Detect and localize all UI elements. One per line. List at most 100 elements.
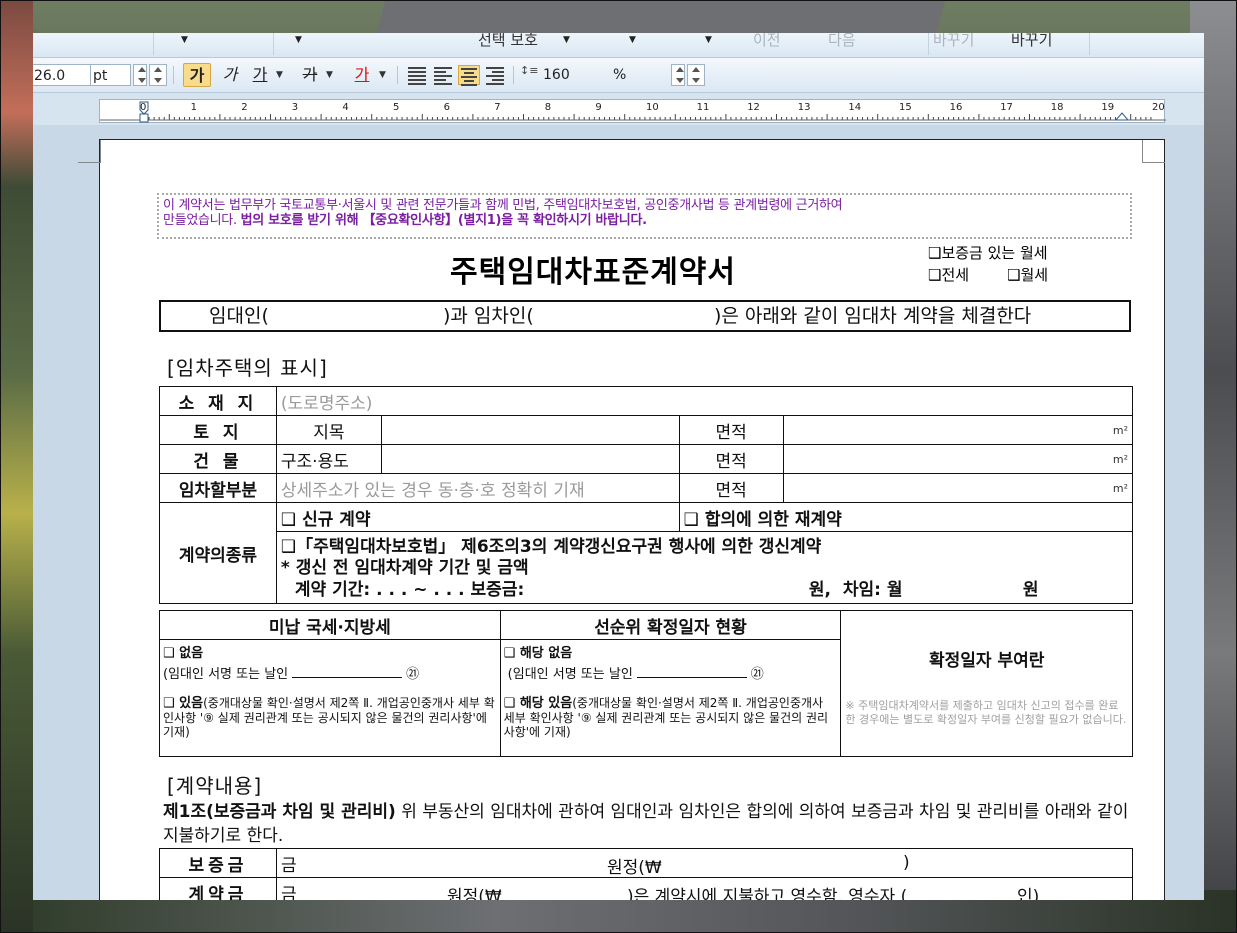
toolbar-cell	[928, 33, 1090, 55]
unpaid-tax-cell: ❑ 없음 (임대인 서명 또는 날인 ㉑ ❑ 있음(중개대상물 확인·설명서 제2…	[159, 639, 501, 757]
selection-protect-button[interactable]: 선택 보호	[478, 33, 538, 50]
article-1-heading: 제1조(보증금과 차임 및 관리비)	[163, 802, 396, 822]
line-spacing-icon: ↕≡	[520, 64, 539, 77]
location-label: 소 재 지	[159, 386, 277, 416]
document-canvas: 이 계약서는 법무부가 국토교통부·서울시 및 관련 전문가들과 함께 민법, …	[33, 125, 1204, 900]
ruler-number: 12	[747, 102, 760, 113]
line-spacing-dropdown[interactable]	[671, 64, 685, 86]
dropdown-arrow-icon[interactable]: ▼	[705, 35, 712, 45]
deposit-label: 보증금	[159, 848, 277, 878]
notice-important: 법의 보호를 받기 위해 【중요확인사항】(별지1)을 꼭 확인하시기 바랍니다…	[240, 213, 647, 228]
priority-none-checkbox[interactable]: ❑ 해당 없음	[504, 642, 838, 661]
top-toolbar: ▼ ▼ 선택 보호 ▼ ▼ ▼ 이전 다음 바꾸기 바꾸기	[33, 33, 1204, 58]
deposit-field[interactable]: 금 원정(₩ )	[275, 848, 1134, 878]
ruler-number: 5	[393, 102, 400, 113]
priority-exists-checkbox[interactable]: ❑ 해당 있음	[504, 696, 573, 711]
ruler-number: 9	[595, 102, 602, 113]
leased-part-field[interactable]: 상세주소가 있는 경우 동·층·호 정확히 기재	[275, 473, 680, 503]
renewal-checkbox[interactable]: ❑「주택임대차보호법」 제6조의3의 계약갱신요구권 행사에 의한 갱신계약	[275, 531, 1134, 557]
new-contract-checkbox[interactable]: ❑ 신규 계약	[275, 502, 680, 532]
lessor-label: 임대인(	[209, 305, 269, 327]
structure-use-field[interactable]	[380, 444, 680, 474]
parties-line: 임대인( )과 임차인( )은 아래와 같이 임대차 계약을 체결한다	[159, 300, 1131, 332]
tax-exists-checkbox[interactable]: ❑ 있음	[163, 696, 203, 711]
legal-notice-box: 이 계약서는 법무부가 국토교통부·서울시 및 관련 전문가들과 함께 민법, …	[157, 193, 1132, 239]
option-monthly[interactable]: ❑월세	[1007, 266, 1048, 284]
strikethrough-dropdown-icon[interactable]: ▼	[326, 64, 333, 86]
priority-date-header: 선순위 확정일자 현황	[499, 610, 842, 640]
font-color-button[interactable]: 가	[349, 63, 375, 87]
underline-dropdown-icon[interactable]: ▼	[276, 64, 283, 86]
line-spacing-input[interactable]: 160	[541, 64, 601, 86]
ruler-number: 14	[848, 102, 862, 113]
payment-table: 보증금 금 원정(₩ ) 계약금 금 원정(₩ )은 계약시에 지불하고 영수함…	[159, 848, 1134, 900]
land-area-field[interactable]: m²	[782, 415, 1134, 445]
renewal-won: 원,	[808, 580, 832, 600]
tax-priority-table: 미납 국세·지방세 선순위 확정일자 현황 확정일자 부여란 ※ 주택임대차계약…	[159, 610, 1133, 757]
unit-dropdown-arrow[interactable]	[133, 64, 147, 86]
confirm-date-box: 확정일자 부여란 ※ 주택임대차계약서를 제출하고 임대차 신고의 접수를 완료…	[840, 610, 1133, 757]
tax-none-checkbox[interactable]: ❑ 없음	[163, 642, 497, 661]
underline-button[interactable]: 가	[247, 63, 273, 87]
lessee-label: )과 임차인(	[443, 305, 534, 327]
font-size-input[interactable]: 26.0	[33, 64, 91, 86]
renewal-rent[interactable]: 차임: 월	[843, 579, 903, 601]
next-button[interactable]: 다음	[828, 33, 856, 50]
leased-area-field[interactable]: m²	[782, 473, 1134, 503]
font-size-spinner[interactable]	[149, 64, 167, 86]
building-area-field[interactable]: m²	[782, 444, 1134, 474]
structure-use-label: 구조·용도	[275, 444, 382, 474]
unpaid-tax-header: 미납 국세·지방세	[159, 610, 501, 640]
option-deposit-monthly[interactable]: ❑보증금 있는 월세	[928, 242, 1048, 264]
option-jeonse[interactable]: ❑전세	[928, 266, 969, 284]
land-category-field[interactable]	[380, 415, 680, 445]
dropdown-arrow-icon[interactable]: ▼	[629, 35, 636, 45]
ruler-number: 19	[1101, 102, 1115, 113]
align-right-icon[interactable]	[484, 65, 506, 85]
seal-mark: ㉑	[750, 667, 764, 682]
land-category-label: 지목	[275, 415, 382, 445]
confirm-date-note: ※ 주택임대차계약서를 제출하고 임대차 신고의 접수를 완료한 경우에는 별도…	[845, 699, 1127, 726]
strikethrough-button[interactable]: 가	[297, 63, 323, 87]
dropdown-arrow-icon[interactable]: ▼	[295, 35, 302, 45]
ruler-number: 2	[241, 102, 248, 113]
line-spacing-unit: %	[613, 67, 627, 83]
section-property-heading: [임차주택의 표시]	[167, 356, 328, 380]
priority-date-cell: ❑ 해당 없음 (임대인 서명 또는 날인 ㉑ ❑ 해당 있음(중개대상물 확인·…	[499, 639, 842, 757]
section-contract-heading: [계약내용]	[167, 774, 263, 798]
seal-mark: ㉑	[406, 667, 420, 682]
ruler-number: 15	[899, 102, 912, 113]
font-color-dropdown-icon[interactable]: ▼	[379, 64, 386, 86]
contract-type-options: ❑보증금 있는 월세 ❑전세 ❑월세	[928, 242, 1048, 286]
align-justify-icon[interactable]	[406, 65, 428, 85]
ruler-number: 4	[342, 102, 349, 113]
property-table: 소 재 지 (도로명주소) 토 지 지목 면적 m² 건 물 구조·용도 면적 …	[159, 386, 1134, 604]
location-field[interactable]: (도로명주소)	[275, 386, 1134, 416]
toolbar-cell[interactable]	[153, 33, 274, 55]
align-center-icon[interactable]	[458, 65, 480, 86]
word-processor-window: ▼ ▼ 선택 보호 ▼ ▼ ▼ 이전 다음 바꾸기 바꾸기 26.0 pt 가 …	[33, 33, 1204, 900]
ruler-number: 16	[949, 102, 963, 113]
align-left-icon[interactable]	[432, 65, 454, 85]
notice-line-1: 이 계약서는 법무부가 국토교통부·서울시 및 관련 전문가들과 함께 민법, …	[163, 198, 843, 213]
land-label: 토 지	[159, 415, 277, 445]
font-unit-select[interactable]: pt	[91, 64, 131, 86]
ruler-number: 6	[443, 102, 450, 113]
leased-area-label: 면적	[678, 473, 784, 503]
toolbar-cell[interactable]	[33, 33, 154, 55]
line-spacing-spinner[interactable]	[687, 64, 705, 86]
ruler-number: 3	[291, 102, 299, 113]
prev-button[interactable]: 이전	[753, 33, 781, 50]
bold-button[interactable]: 가	[183, 63, 211, 87]
land-area-label: 면적	[678, 415, 784, 445]
dropdown-arrow-icon[interactable]: ▼	[563, 35, 570, 45]
renewal-period[interactable]: 계약 기간: . . . ~ . . . 보증금:	[295, 580, 524, 600]
italic-button[interactable]: 가	[217, 63, 243, 87]
document-page[interactable]: 이 계약서는 법무부가 국토교통부·서울시 및 관련 전문가들과 함께 민법, …	[78, 139, 1165, 900]
ruler-number: 13	[797, 102, 811, 113]
notice-line-2: 만들었습니다.	[163, 213, 237, 228]
horizontal-ruler[interactable]: 0 1 2 3 4 5 6 7 8 9 10 11 12 13 14 15 16 17 18 19 20	[99, 99, 1166, 123]
confirm-date-title: 확정일자 부여란	[928, 651, 1045, 671]
down-payment-field[interactable]: 금 원정(₩ )은 계약시에 지불하고 영수함. 영수자 ( 인)	[275, 877, 1134, 900]
recontract-checkbox[interactable]: ❑ 합의에 의한 재계약	[678, 502, 1134, 532]
